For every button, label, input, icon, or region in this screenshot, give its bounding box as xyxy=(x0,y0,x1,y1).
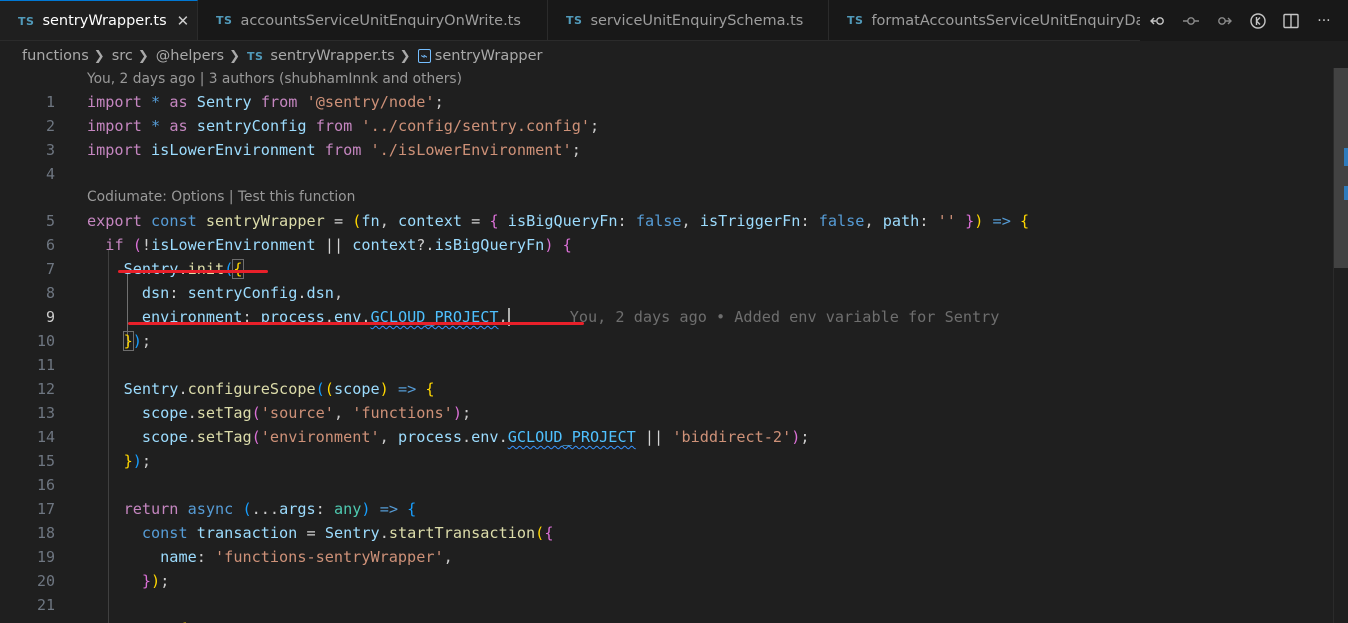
line-number: 11 xyxy=(36,356,55,374)
code-line-19[interactable]: 19 name: 'functions-sentryWrapper', xyxy=(0,545,1333,569)
line-number: 6 xyxy=(45,236,55,254)
code-line-10[interactable]: 10 }); xyxy=(0,329,1333,353)
vertical-scrollbar-thumb[interactable] xyxy=(1334,68,1348,268)
line-number: 2 xyxy=(45,117,55,135)
tab-format-accounts-service-unit-enquiry-data[interactable]: TS formatAccountsServiceUnitEnquiryData.… xyxy=(829,0,1149,40)
tab-label: accountsServiceUnitEnquiryOnWrite.ts xyxy=(240,12,521,29)
inline-blame: You, 2 days ago • Added env variable for… xyxy=(569,308,1000,326)
split-editor-icon[interactable] xyxy=(1281,11,1301,31)
typescript-file-icon: TS xyxy=(18,14,35,28)
tab-label: serviceUnitEnquirySchema.ts xyxy=(590,12,804,29)
chevron-right-icon: ❯ xyxy=(399,48,411,64)
symbol-variable-icon: ⌁ xyxy=(417,49,431,63)
line-number: 7 xyxy=(45,260,55,278)
line-number: 21 xyxy=(36,596,55,614)
line-number: 3 xyxy=(45,141,55,159)
code-line-3[interactable]: 3 import isLowerEnvironment from './isLow… xyxy=(0,138,1333,162)
line-number: 18 xyxy=(36,524,55,542)
tab-label: formatAccountsServiceUnitEnquiryData.ts xyxy=(871,12,1149,29)
code-line-4[interactable]: 4 xyxy=(0,162,1333,186)
code-line-17[interactable]: 17 return async (...args: any) => { xyxy=(0,497,1333,521)
code-line-12[interactable]: 12 Sentry.configureScope((scope) => { xyxy=(0,377,1333,401)
breadcrumb-item-helpers[interactable]: @helpers xyxy=(156,48,224,64)
code-line-14[interactable]: 14 scope.setTag('environment', process.e… xyxy=(0,425,1333,449)
code-line-15[interactable]: 15 }); xyxy=(0,449,1333,473)
typescript-file-icon: TS xyxy=(246,49,264,63)
tab-accounts-service-unit-enquiry-on-write[interactable]: TS accountsServiceUnitEnquiryOnWrite.ts xyxy=(198,0,548,40)
line-number: 22 xyxy=(0,617,55,623)
code-line-9[interactable]: 9 environment: process.env.GCLOUD_PROJEC… xyxy=(0,305,1333,329)
breadcrumb-item-functions[interactable]: functions xyxy=(22,48,89,64)
code-line-11[interactable]: 11 xyxy=(0,353,1333,377)
line-number: 9 xyxy=(45,308,55,326)
code-line-1[interactable]: 1 import * as Sentry from '@sentry/node'; xyxy=(0,90,1333,114)
open-changes-icon[interactable] xyxy=(1248,11,1268,31)
git-next-change-icon[interactable] xyxy=(1214,11,1234,31)
line-number: 12 xyxy=(36,380,55,398)
editor-actions: ··· xyxy=(1140,0,1348,41)
tab-service-unit-enquiry-schema[interactable]: TS serviceUnitEnquirySchema.ts xyxy=(548,0,829,40)
annotation-underline xyxy=(128,322,584,325)
close-icon[interactable]: ✕ xyxy=(177,12,190,30)
chevron-right-icon: ❯ xyxy=(229,48,240,64)
scrollbar-change-marker xyxy=(1344,148,1348,166)
code-line-20[interactable]: 20 }); xyxy=(0,569,1333,593)
codelens-blame[interactable]: You, 2 days ago | 3 authors (shubhamInnk… xyxy=(0,68,1333,90)
line-number: 15 xyxy=(36,452,55,470)
code-line-2[interactable]: 2 import * as sentryConfig from '../confi… xyxy=(0,114,1333,138)
code-editor[interactable]: You, 2 days ago | 3 authors (shubhamInnk… xyxy=(0,68,1333,623)
line-number: 8 xyxy=(45,284,55,302)
code-line-5[interactable]: 5 export const sentryWrapper = (fn, conte… xyxy=(0,209,1333,233)
git-compare-icon[interactable] xyxy=(1148,11,1168,31)
more-actions-icon[interactable]: ··· xyxy=(1314,11,1334,31)
line-number: 17 xyxy=(36,500,55,518)
tab-sentrywrapper[interactable]: TS sentryWrapper.ts ✕ xyxy=(0,0,198,40)
line-number: 19 xyxy=(36,548,55,566)
code-line-16[interactable]: 16 xyxy=(0,473,1333,497)
typescript-file-icon: TS xyxy=(847,14,864,27)
code-line-8[interactable]: 8 dsn: sentryConfig.dsn, xyxy=(0,281,1333,305)
breadcrumb-item-file[interactable]: sentryWrapper.ts xyxy=(270,48,394,64)
line-number: 20 xyxy=(36,572,55,590)
code-line-7[interactable]: 7 Sentry.init({ xyxy=(0,257,1333,281)
breadcrumb-item-symbol[interactable]: sentryWrapper xyxy=(435,48,543,64)
line-number: 10 xyxy=(36,332,55,350)
annotation-underline xyxy=(118,270,268,273)
breadcrumb-item-src[interactable]: src xyxy=(112,48,133,64)
typescript-file-icon: TS xyxy=(566,14,583,27)
breadcrumb: functions ❯ src ❯ @helpers ❯ TS sentryWr… xyxy=(22,41,543,71)
line-number: 4 xyxy=(45,165,55,183)
line-number: 16 xyxy=(36,476,55,494)
chevron-right-icon: ❯ xyxy=(137,48,149,64)
line-number: 14 xyxy=(36,428,55,446)
code-line-6[interactable]: 6 if (!isLowerEnvironment || context?.is… xyxy=(0,233,1333,257)
line-number: 1 xyxy=(45,93,55,111)
scrollbar-change-marker xyxy=(1344,186,1348,200)
code-line-21[interactable]: 21 xyxy=(0,593,1333,617)
line-number: 13 xyxy=(36,404,55,422)
line-number: 5 xyxy=(45,212,55,230)
chevron-right-icon: ❯ xyxy=(93,48,105,64)
code-line-13[interactable]: 13 scope.setTag('source', 'functions'); xyxy=(0,401,1333,425)
code-line-22[interactable]: 22 try { xyxy=(0,617,1333,623)
typescript-file-icon: TS xyxy=(216,14,233,27)
codelens-codiumate[interactable]: Codiumate: Options | Test this function xyxy=(0,186,1333,209)
git-commit-icon[interactable] xyxy=(1181,11,1201,31)
code-line-18[interactable]: 18 const transaction = Sentry.startTrans… xyxy=(0,521,1333,545)
tab-label: sentryWrapper.ts xyxy=(42,13,167,29)
